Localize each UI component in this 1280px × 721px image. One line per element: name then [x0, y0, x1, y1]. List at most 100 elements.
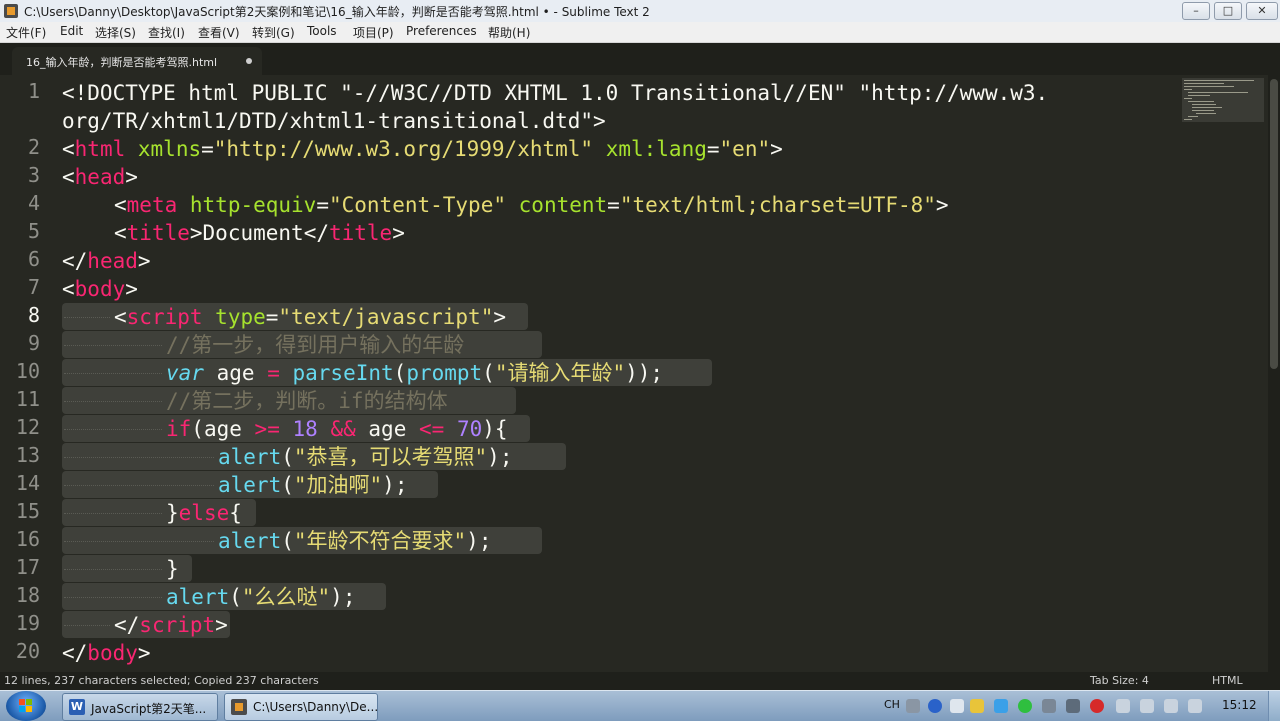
- line-number: 2: [27, 135, 40, 159]
- security-icon[interactable]: [1018, 699, 1032, 713]
- word-icon: W: [69, 699, 85, 715]
- line-number: 12: [15, 415, 40, 439]
- line-number: 13: [15, 443, 40, 467]
- line-number: 18: [15, 583, 40, 607]
- minimap-line: [1192, 107, 1222, 108]
- minimap-line: [1188, 116, 1198, 117]
- code-line-1-wrap: org/TR/xhtml1/DTD/xhtml1-transitional.dt…: [62, 107, 606, 135]
- file-tab-label: 16_输入年龄，判断是否能考驾照.html: [26, 56, 218, 69]
- comment: //第二步，判断。if的结构体: [166, 389, 448, 413]
- menu-bar: 文件(F) Edit 选择(S) 查找(I) 查看(V) 转到(G) Tools…: [0, 22, 1280, 43]
- doctype-text: <!DOCTYPE html PUBLIC "-//W3C//DTD XHTML…: [62, 81, 1049, 105]
- code-line-19: </script>: [114, 613, 228, 637]
- menu-tools[interactable]: Tools: [307, 24, 337, 38]
- close-button[interactable]: ✕: [1246, 2, 1278, 20]
- minimap-line: [1184, 80, 1254, 81]
- code-line-15: }else{: [166, 501, 242, 525]
- code-line-8: <script type="text/javascript">: [114, 305, 506, 329]
- attr: content: [518, 193, 608, 217]
- function: alert: [218, 445, 282, 469]
- close-icon: ✕: [1257, 4, 1267, 17]
- minimap-line: [1184, 98, 1192, 99]
- monitor-icon[interactable]: [1042, 699, 1056, 713]
- comment: //第一步，得到用户输入的年龄: [166, 333, 465, 357]
- string: "年龄不符合要求": [293, 529, 467, 553]
- menu-project[interactable]: 项目(P): [353, 24, 394, 41]
- line-number: 4: [27, 191, 40, 215]
- minimap[interactable]: [1182, 78, 1264, 122]
- menu-find[interactable]: 查找(I): [148, 24, 185, 41]
- clock[interactable]: 15:12: [1222, 698, 1257, 712]
- code-line-13: alert("恭喜，可以考驾照");: [218, 445, 513, 469]
- menu-file[interactable]: 文件(F): [6, 24, 46, 41]
- code-line-20: </body>: [62, 641, 151, 665]
- menu-goto[interactable]: 转到(G): [252, 24, 295, 41]
- function: parseInt: [292, 361, 394, 385]
- code-line-5: <title>Document</title>: [114, 221, 405, 245]
- indent-guide: [64, 429, 162, 430]
- power-icon[interactable]: [1140, 699, 1154, 713]
- tab-size-indicator[interactable]: Tab Size: 4: [1090, 674, 1149, 687]
- code-area[interactable]: <!DOCTYPE html PUBLIC "-//W3C//DTD XHTML…: [62, 75, 1182, 672]
- line-number-active: 8: [27, 303, 40, 327]
- help-icon[interactable]: [928, 699, 942, 713]
- attr-value: "text/javascript": [278, 305, 494, 329]
- number: 18: [292, 417, 318, 441]
- tray-arrow-icon[interactable]: [950, 699, 964, 713]
- minimap-line: [1196, 113, 1216, 114]
- network-status-icon[interactable]: [1164, 699, 1178, 713]
- maximize-button[interactable]: □: [1214, 2, 1242, 20]
- menu-selection[interactable]: 选择(S): [95, 24, 136, 41]
- menu-view[interactable]: 查看(V): [198, 24, 240, 41]
- menu-edit[interactable]: Edit: [60, 24, 83, 38]
- keyword: var: [166, 361, 204, 385]
- menu-help[interactable]: 帮助(H): [488, 24, 530, 41]
- minimap-line: [1188, 92, 1248, 93]
- keyboard-icon[interactable]: [906, 699, 920, 713]
- operator: =: [267, 361, 280, 385]
- code-line-18: alert("么么哒");: [166, 585, 356, 609]
- unsaved-dot-icon[interactable]: [246, 58, 252, 64]
- indent-guide: [64, 485, 214, 486]
- flag-icon[interactable]: [1116, 699, 1130, 713]
- vertical-scrollbar[interactable]: [1268, 75, 1280, 672]
- start-button[interactable]: [6, 691, 46, 721]
- minimize-button[interactable]: –: [1182, 2, 1210, 20]
- volume-icon[interactable]: [1188, 699, 1202, 713]
- pen-icon[interactable]: [1066, 699, 1080, 713]
- scrollbar-thumb[interactable]: [1270, 79, 1278, 369]
- line-number: 17: [15, 555, 40, 579]
- code-editor[interactable]: 1 2 3 4 5 6 7 8 9 10 11 12 13 14 15 16 1…: [0, 75, 1268, 672]
- string: "加油啊": [293, 473, 383, 497]
- tag: body: [74, 277, 126, 301]
- taskbar-item-word[interactable]: W JavaScript第2天笔...: [62, 693, 218, 721]
- line-number: 16: [15, 527, 40, 551]
- ime-icon[interactable]: [970, 699, 984, 713]
- function: prompt: [406, 361, 483, 385]
- network-icon[interactable]: [994, 699, 1008, 713]
- minimize-icon: –: [1193, 4, 1199, 17]
- operator: >=: [254, 417, 280, 441]
- code-line-17: }: [166, 557, 179, 581]
- attr-value: "Content-Type": [328, 193, 506, 217]
- taskbar-item-label: C:\Users\Danny\De...: [253, 700, 379, 714]
- tag: meta: [126, 193, 178, 217]
- tag: title: [328, 221, 393, 245]
- minimap-line: [1192, 104, 1216, 105]
- code-line-7: <body>: [62, 277, 138, 301]
- file-tab[interactable]: 16_输入年龄，判断是否能考驾照.html: [12, 47, 262, 75]
- input-language-indicator[interactable]: CH: [884, 698, 900, 711]
- window-title-bar[interactable]: C:\Users\Danny\Desktop\JavaScript第2天案例和笔…: [0, 0, 1280, 23]
- menu-preferences[interactable]: Preferences: [406, 24, 477, 38]
- record-icon[interactable]: [1090, 699, 1104, 713]
- code-line-10: var age = parseInt(prompt("请输入年龄"));: [166, 361, 664, 385]
- syntax-indicator[interactable]: HTML: [1212, 674, 1243, 687]
- taskbar-item-sublime[interactable]: C:\Users\Danny\De...: [224, 693, 378, 721]
- indent-guide: [64, 541, 214, 542]
- show-desktop-button[interactable]: [1268, 691, 1280, 721]
- line-number: 9: [27, 331, 40, 355]
- minimap-line: [1184, 83, 1224, 84]
- window-title: C:\Users\Danny\Desktop\JavaScript第2天案例和笔…: [24, 5, 650, 19]
- operator: &&: [330, 417, 356, 441]
- line-number: 7: [27, 275, 40, 299]
